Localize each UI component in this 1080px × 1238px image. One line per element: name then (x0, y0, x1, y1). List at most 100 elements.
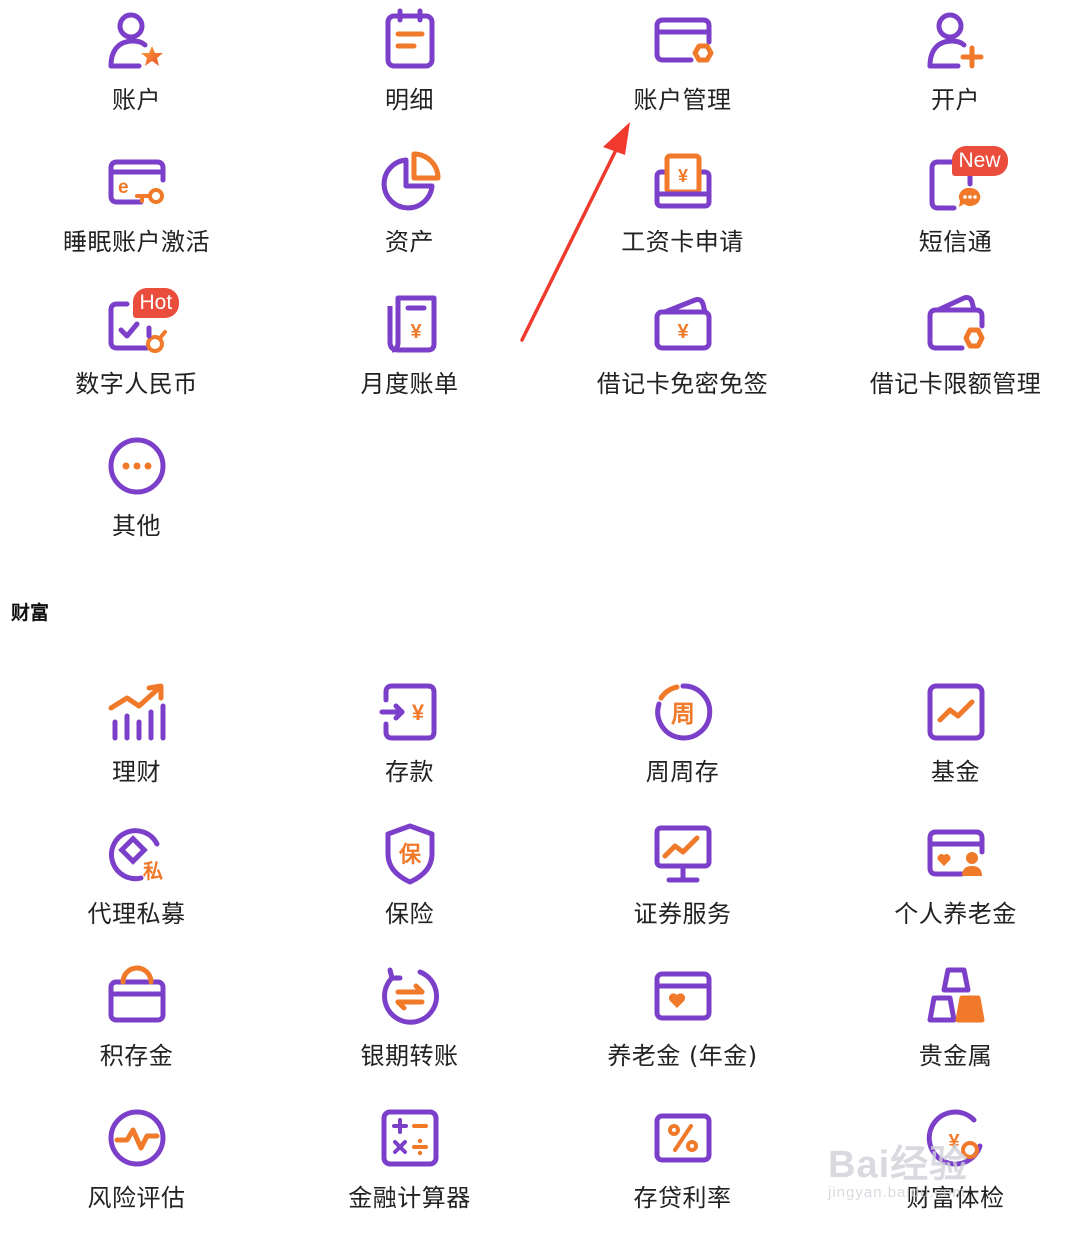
item-label: 理财 (112, 758, 161, 786)
fund-item[interactable]: 基金 (819, 670, 1080, 812)
account-services-grid: 账户 明细 账户管理 开户 e 睡眠账户激活 资产 ¥ 工资卡申请 New 短信… (0, 0, 1080, 568)
item-label: 借记卡免密免签 (596, 370, 769, 398)
digital-rmb-item[interactable]: Hot 数字人民币 (0, 284, 273, 426)
svg-text:e: e (118, 177, 129, 198)
item-label: 证券服务 (633, 900, 732, 928)
item-label: 贵金属 (918, 1042, 993, 1070)
item-label: 账户 (112, 86, 161, 114)
salary-card-item[interactable]: ¥ 工资卡申请 (546, 142, 819, 284)
item-label: 基金 (931, 758, 980, 786)
card-key-icon: e (105, 150, 169, 214)
wealth-section-title: 财富 (11, 602, 50, 624)
gold-bag-icon (105, 964, 169, 1028)
private-fund-item[interactable]: 私 代理私募 (0, 812, 273, 954)
item-label: 工资卡申请 (621, 228, 744, 256)
yuan-glyph: ¥ (410, 321, 422, 343)
item-label: 短信通 (918, 228, 993, 256)
wallet-check-icon: Hot (105, 288, 180, 356)
phone-message-icon: New (924, 146, 1008, 214)
item-label: 借记卡限额管理 (869, 370, 1042, 398)
document-list-icon (378, 8, 442, 72)
personal-pension-item[interactable]: 个人养老金 (819, 812, 1080, 954)
bill-icon: ¥ (378, 292, 442, 356)
item-label: 银期转账 (360, 1042, 459, 1070)
heart-card-icon (651, 964, 715, 1028)
pension-card-icon (924, 822, 988, 886)
deposit-item[interactable]: ¥ 存款 (273, 670, 546, 812)
precious-metal-item[interactable]: 贵金属 (819, 954, 1080, 1096)
item-label: 个人养老金 (894, 900, 1017, 928)
wealth-services-grid: 理财 ¥ 存款 周 周周存 基金 私 代理私募 保 保险 证券服务 个人养老金 … (0, 670, 1080, 1238)
sms-service-item[interactable]: New 短信通 (819, 142, 1080, 284)
debit-limit-item[interactable]: 借记卡限额管理 (819, 284, 1080, 426)
details-item[interactable]: 明细 (273, 0, 546, 142)
deposit-icon: ¥ (378, 680, 442, 744)
wealth-management-item[interactable]: 理财 (0, 670, 273, 812)
weekly-cycle-icon: 周 (651, 680, 715, 744)
item-label: 其他 (112, 512, 161, 540)
wallet-yuan-icon: ¥ (651, 292, 715, 356)
yuan-glyph: ¥ (677, 321, 689, 343)
risk-assessment-item[interactable]: 风险评估 (0, 1096, 273, 1238)
fund-chart-icon (924, 680, 988, 744)
item-label: 资产 (385, 228, 434, 256)
weekly-deposit-item[interactable]: 周 周周存 (546, 670, 819, 812)
item-label: 财富体检 (906, 1184, 1005, 1212)
item-label: 存贷利率 (633, 1184, 732, 1212)
calculator-item[interactable]: 金融计算器 (273, 1096, 546, 1238)
interest-rate-item[interactable]: 存贷利率 (546, 1096, 819, 1238)
yuan-glyph: ¥ (948, 1131, 960, 1153)
item-label: 月度账单 (360, 370, 459, 398)
wallet-gear-icon (924, 292, 988, 356)
gold-bars-icon (924, 964, 988, 1028)
annuity-item[interactable]: 养老金 (年金) (546, 954, 819, 1096)
more-dots-icon (105, 434, 169, 498)
transfer-arrows-icon (378, 964, 442, 1028)
item-label: 周周存 (645, 758, 720, 786)
open-account-item[interactable]: 开户 (819, 0, 1080, 142)
private-diamond-icon: 私 (105, 822, 169, 886)
icon-char: 保 (397, 843, 421, 868)
securities-item[interactable]: 证券服务 (546, 812, 819, 954)
item-label: 风险评估 (87, 1184, 186, 1212)
item-label: 睡眠账户激活 (63, 228, 210, 256)
monitor-chart-icon (651, 822, 715, 886)
item-label: 积存金 (99, 1042, 174, 1070)
item-label: 数字人民币 (75, 370, 198, 398)
yuan-glyph: ¥ (411, 700, 424, 725)
monthly-bill-item[interactable]: ¥ 月度账单 (273, 284, 546, 426)
item-label: 账户管理 (633, 86, 732, 114)
shield-icon: 保 (378, 822, 442, 886)
user-star-icon (105, 8, 169, 72)
other-item[interactable]: 其他 (0, 426, 273, 568)
wealth-checkup-item[interactable]: ¥ 财富体检 (819, 1096, 1080, 1238)
calculator-icon (378, 1106, 442, 1170)
yuan-glyph: ¥ (677, 166, 687, 186)
icon-char: 私 (143, 859, 163, 883)
dormant-account-item[interactable]: e 睡眠账户激活 (0, 142, 273, 284)
icon-char: 周 (671, 700, 695, 728)
item-label: 明细 (385, 86, 434, 114)
item-label: 保险 (385, 900, 434, 928)
card-gear-icon (651, 8, 715, 72)
pie-chart-icon (378, 150, 442, 214)
user-add-icon (924, 8, 988, 72)
salary-card-icon: ¥ (651, 150, 715, 214)
item-label: 存款 (385, 758, 434, 786)
gold-accumulation-item[interactable]: 积存金 (0, 954, 273, 1096)
item-label: 代理私募 (87, 900, 186, 928)
bar-trend-icon (105, 680, 169, 744)
new-badge: New (951, 146, 1008, 176)
account-item[interactable]: 账户 (0, 0, 273, 142)
bank-futures-transfer-item[interactable]: 银期转账 (273, 954, 546, 1096)
account-management-item[interactable]: 账户管理 (546, 0, 819, 142)
pulse-icon (105, 1106, 169, 1170)
debit-card-nopwd-item[interactable]: ¥ 借记卡免密免签 (546, 284, 819, 426)
hot-badge: Hot (132, 288, 180, 318)
assets-item[interactable]: 资产 (273, 142, 546, 284)
insurance-item[interactable]: 保 保险 (273, 812, 546, 954)
item-label: 金融计算器 (348, 1184, 471, 1212)
percent-card-icon (651, 1106, 715, 1170)
wealth-checkup-icon: ¥ (924, 1106, 988, 1170)
item-label: 养老金 (年金) (607, 1042, 758, 1070)
